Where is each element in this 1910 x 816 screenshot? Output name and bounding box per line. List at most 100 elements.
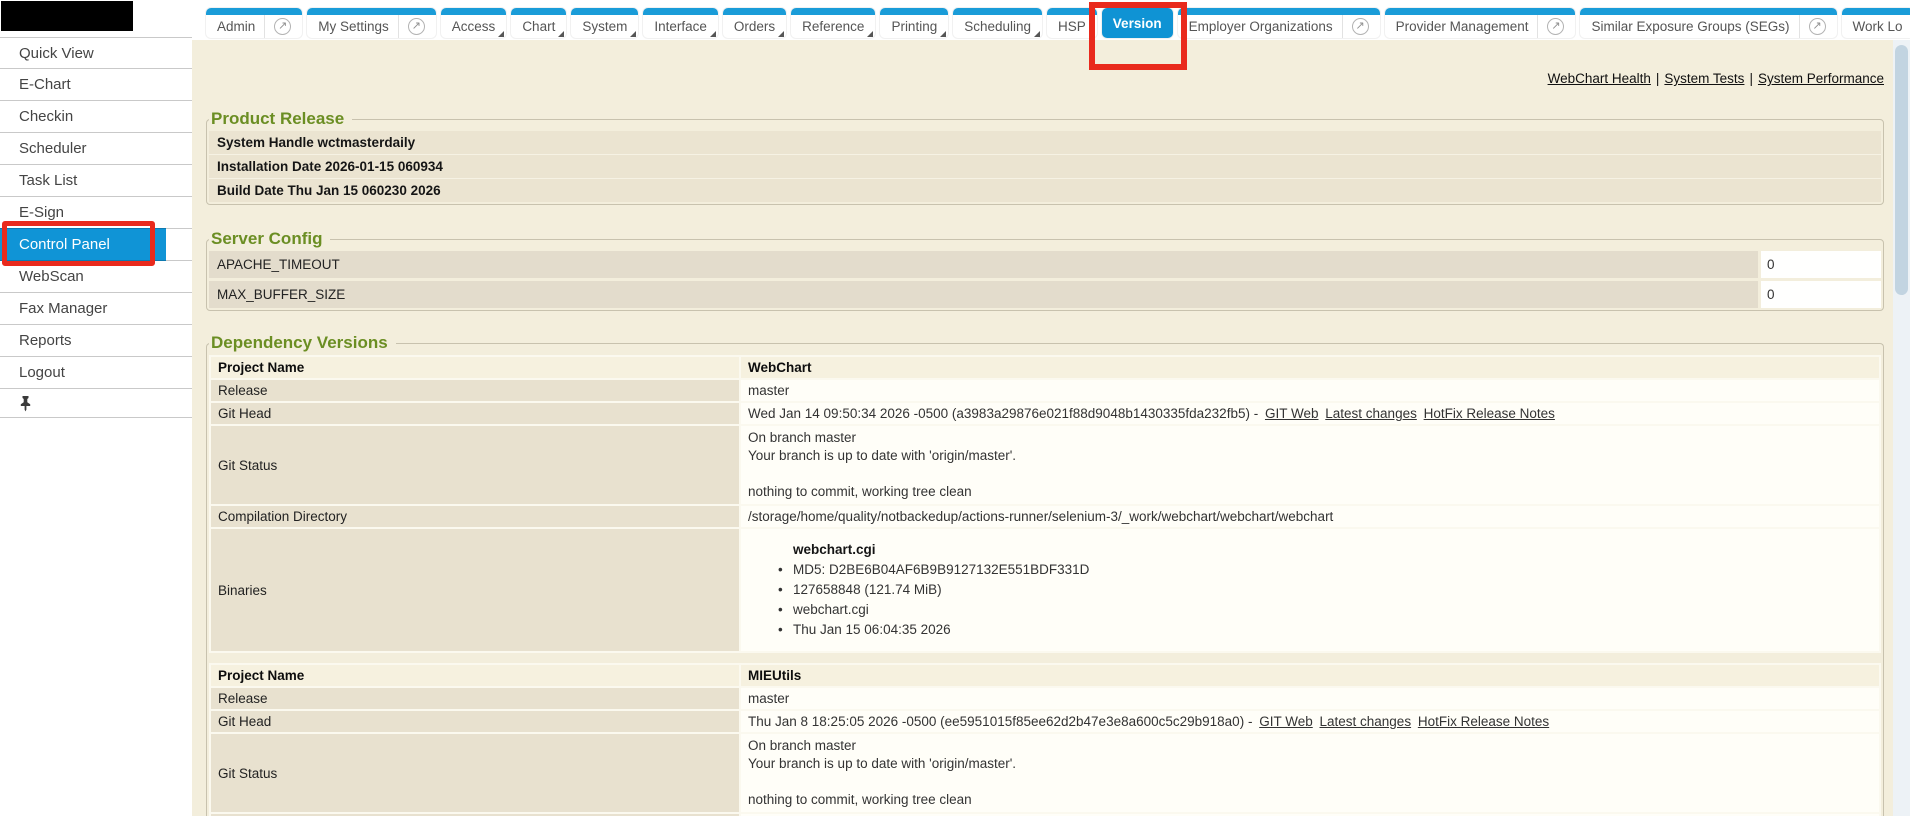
tab-scheduling[interactable]: Scheduling — [953, 8, 1042, 38]
tab-access[interactable]: Access — [441, 8, 507, 38]
config-name: MAX_BUFFER_SIZE — [209, 281, 1758, 308]
dropdown-corner-icon — [498, 31, 504, 37]
tab-system[interactable]: System — [571, 8, 638, 38]
git-status-value: On branch master Your branch is up to da… — [741, 426, 1879, 504]
latest-changes-link[interactable]: Latest changes — [1320, 714, 1412, 729]
tab-external-link[interactable]: ↗ — [1537, 15, 1564, 38]
top-left-black-patch — [1, 1, 133, 31]
binary-size: 127658848 (121.74 MiB) — [748, 580, 1872, 600]
sidebar-item-quick-view[interactable]: Quick View — [0, 37, 192, 69]
sidebar-pin-toggle[interactable] — [0, 389, 192, 418]
git-head-text: Thu Jan 8 18:25:05 2026 -0500 (ee5951015… — [748, 714, 1252, 729]
sidebar-item-label: WebScan — [19, 268, 84, 285]
tab-orders[interactable]: Orders — [723, 8, 786, 38]
product-release-legend: Product Release — [209, 109, 352, 129]
tab-external-link[interactable]: ↗ — [398, 15, 425, 38]
system-tests-link[interactable]: System Tests — [1664, 71, 1744, 86]
sidebar-item-label: Logout — [19, 364, 65, 381]
sidebar-item-label: Fax Manager — [19, 300, 107, 317]
tab-external-link[interactable]: ↗ — [264, 15, 291, 38]
sidebar-item-label: Task List — [19, 172, 77, 189]
config-row: APACHE_TIMEOUT 0 — [209, 251, 1881, 278]
tab-label: Scheduling — [964, 19, 1031, 34]
tab-label: HSP — [1058, 19, 1086, 34]
hotfix-release-notes-link[interactable]: HotFix Release Notes — [1424, 406, 1555, 421]
tab-printing[interactable]: Printing — [880, 8, 948, 38]
tab-label: Reference — [802, 19, 864, 34]
sidebar-item-checkin[interactable]: Checkin — [0, 101, 192, 133]
tab-hsp[interactable]: HSP — [1047, 8, 1097, 38]
table-row: Release master — [211, 688, 1879, 709]
tab-label: Admin — [217, 19, 255, 34]
tab-similar-exposure-groups[interactable]: Similar Exposure Groups (SEGs) ↗ — [1580, 8, 1836, 38]
release-label: Release — [211, 688, 739, 709]
installation-date-row: Installation Date 2026-01-15 060934 — [209, 155, 1881, 179]
tab-label: Version — [1113, 16, 1162, 31]
scrollbar-thumb[interactable] — [1895, 45, 1908, 295]
table-row: Git Head Thu Jan 8 18:25:05 2026 -0500 (… — [211, 711, 1879, 732]
pin-icon — [19, 395, 32, 412]
dependency-table-webchart: Project Name WebChart Release master Git… — [209, 355, 1881, 653]
external-link-icon: ↗ — [408, 18, 425, 35]
tab-label: Work Lo — [1853, 19, 1903, 34]
table-row: Git Head Wed Jan 14 09:50:34 2026 -0500 … — [211, 403, 1879, 424]
git-status-line — [748, 465, 1872, 483]
tab-external-link[interactable]: ↗ — [1799, 15, 1826, 38]
dropdown-corner-icon — [867, 31, 873, 37]
link-separator: | — [1656, 71, 1660, 86]
apache-timeout-value-field[interactable]: 0 — [1761, 251, 1881, 278]
tab-chart[interactable]: Chart — [511, 8, 566, 38]
tab-label: Similar Exposure Groups (SEGs) — [1591, 19, 1789, 34]
webchart-health-link[interactable]: WebChart Health — [1548, 71, 1651, 86]
dropdown-corner-icon — [630, 31, 636, 37]
binary-title: webchart.cgi — [748, 540, 1872, 560]
compilation-directory-value: /storage/home/quality/notbackedup/action… — [741, 506, 1879, 527]
latest-changes-link[interactable]: Latest changes — [1325, 406, 1417, 421]
binaries-list: webchart.cgi MD5: D2BE6B04AF6B9B9127132E… — [748, 532, 1872, 648]
git-web-link[interactable]: GIT Web — [1259, 714, 1313, 729]
dropdown-corner-icon — [710, 31, 716, 37]
sidebar-item-reports[interactable]: Reports — [0, 325, 192, 357]
tab-employer-organizations[interactable]: Employer Organizations ↗ — [1178, 8, 1380, 38]
sidebar-item-e-chart[interactable]: E-Chart — [0, 69, 192, 101]
git-head-text: Wed Jan 14 09:50:34 2026 -0500 (a3983a29… — [748, 406, 1258, 421]
table-row: Compilation Directory /storage/home/qual… — [211, 506, 1879, 527]
tab-my-settings[interactable]: My Settings ↗ — [307, 8, 436, 38]
external-link-icon: ↗ — [1809, 18, 1826, 35]
sidebar-item-logout[interactable]: Logout — [0, 357, 192, 389]
git-status-line: Your branch is up to date with 'origin/m… — [748, 755, 1872, 773]
tab-version[interactable]: Version — [1102, 8, 1173, 38]
sidebar-item-task-list[interactable]: Task List — [0, 165, 192, 197]
hotfix-release-notes-link[interactable]: HotFix Release Notes — [1418, 714, 1549, 729]
tab-work-lo[interactable]: Work Lo — [1842, 8, 1910, 38]
sidebar-item-webscan[interactable]: WebScan — [0, 261, 192, 293]
git-status-line: On branch master — [748, 429, 1872, 447]
vertical-scrollbar[interactable] — [1893, 40, 1910, 816]
sidebar-item-e-sign[interactable]: E-Sign — [0, 197, 192, 229]
tab-label: Chart — [522, 19, 555, 34]
tab-interface[interactable]: Interface — [643, 8, 718, 38]
main-content: WebChart Health|System Tests|System Perf… — [192, 40, 1893, 816]
sidebar-nav: Quick View E-Chart Checkin Scheduler Tas… — [0, 37, 192, 418]
tab-provider-management[interactable]: Provider Management ↗ — [1385, 8, 1576, 38]
release-label: Release — [211, 380, 739, 401]
dependency-versions-section: Dependency Versions Project Name WebChar… — [206, 333, 1884, 816]
sidebar-item-control-panel[interactable]: Control Panel — [0, 229, 192, 261]
build-date-row: Build Date Thu Jan 15 060230 2026 — [209, 179, 1881, 202]
tab-admin[interactable]: Admin ↗ — [206, 8, 302, 38]
external-link-icon: ↗ — [1352, 18, 1369, 35]
table-header-row: Project Name WebChart — [211, 357, 1879, 378]
system-performance-link[interactable]: System Performance — [1758, 71, 1884, 86]
binary-date: Thu Jan 15 06:04:35 2026 — [748, 620, 1872, 640]
top-tab-bar: Admin ↗ My Settings ↗ Access Chart Syste… — [192, 0, 1893, 40]
tab-reference[interactable]: Reference — [791, 8, 875, 38]
max-buffer-size-value-field[interactable]: 0 — [1761, 281, 1881, 308]
tab-external-link[interactable]: ↗ — [1342, 15, 1369, 38]
table-gap — [209, 653, 1881, 663]
git-status-line: Your branch is up to date with 'origin/m… — [748, 447, 1872, 465]
sidebar-item-fax-manager[interactable]: Fax Manager — [0, 293, 192, 325]
sidebar-item-scheduler[interactable]: Scheduler — [0, 133, 192, 165]
binary-md5: MD5: D2BE6B04AF6B9B9127132E551BDF331D — [748, 560, 1872, 580]
webchart-control-panel-page: Quick View E-Chart Checkin Scheduler Tas… — [0, 0, 1910, 816]
git-web-link[interactable]: GIT Web — [1265, 406, 1319, 421]
